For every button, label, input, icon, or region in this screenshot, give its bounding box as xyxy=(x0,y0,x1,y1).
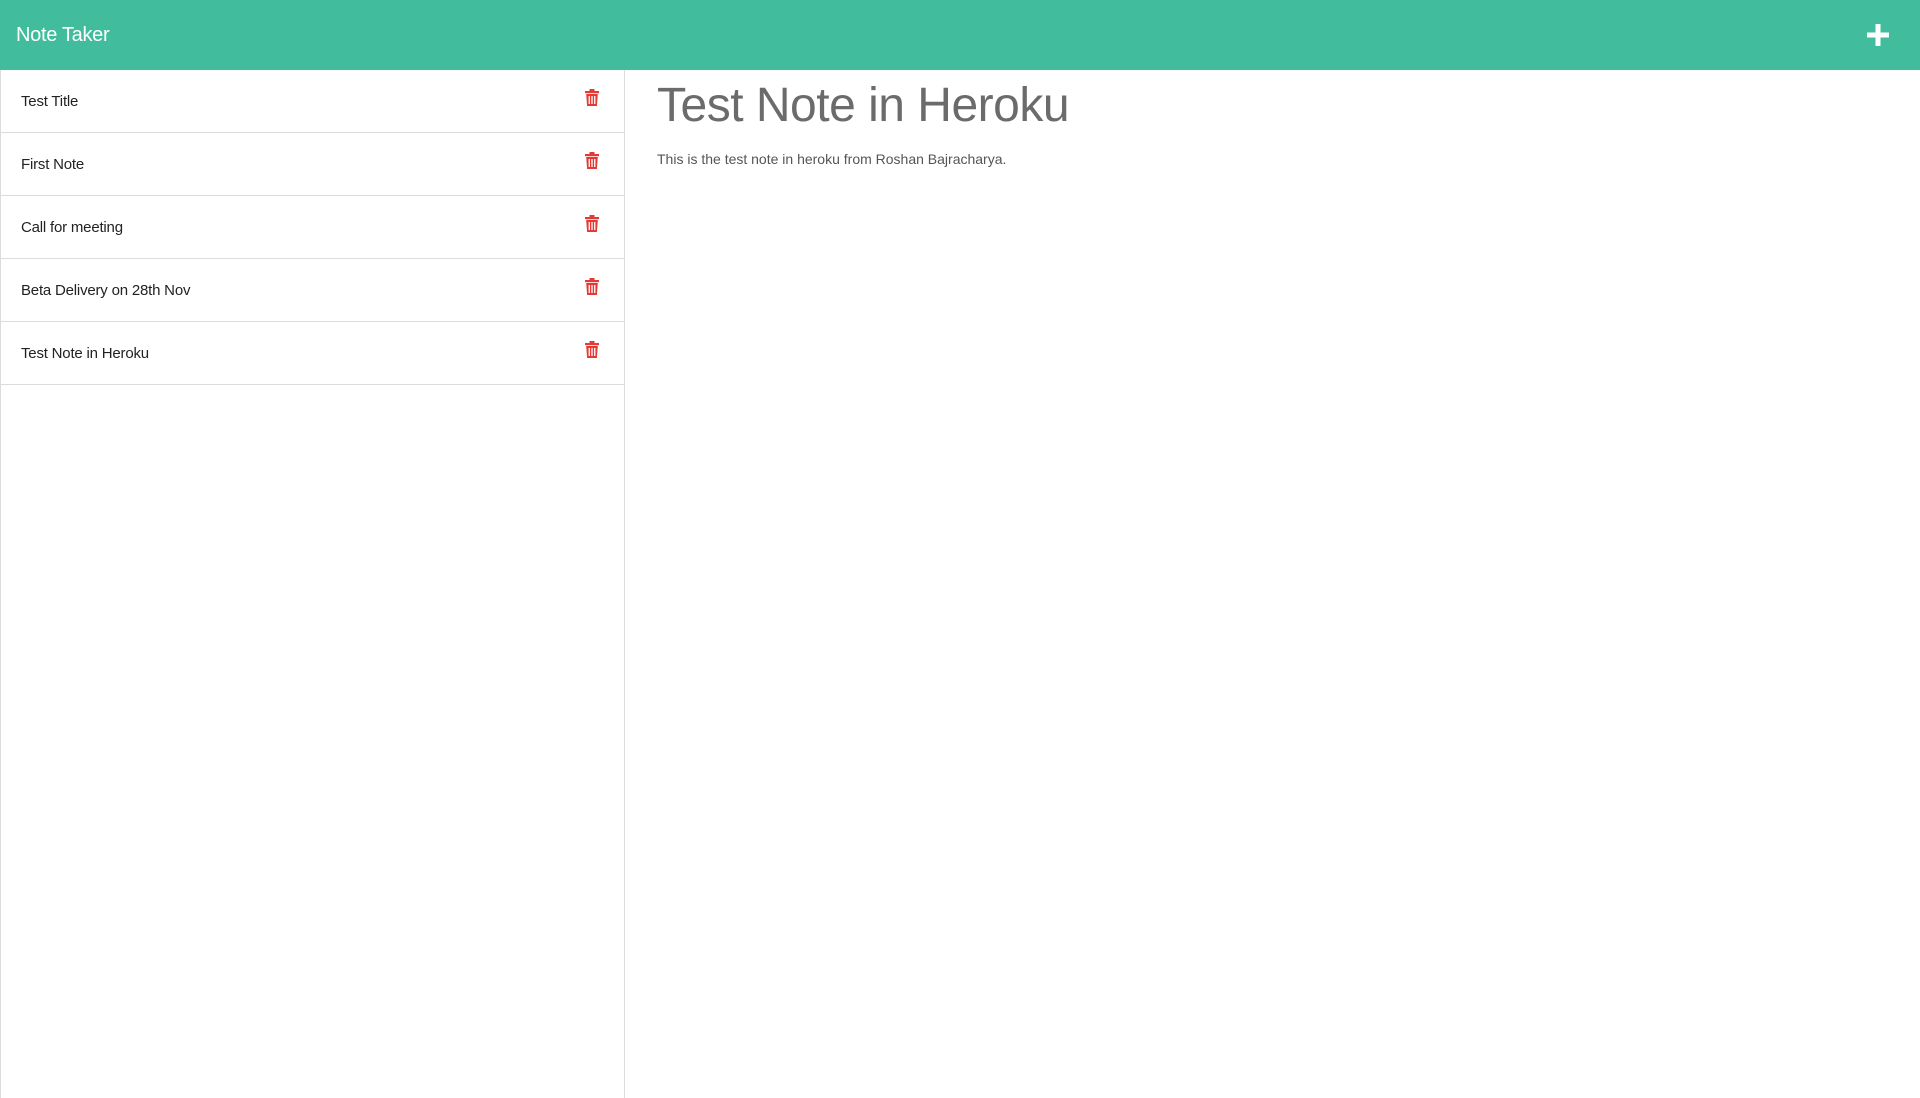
list-item[interactable]: Call for meeting xyxy=(1,196,624,259)
note-text-field[interactable]: This is the test note in heroku from Ros… xyxy=(657,151,1888,167)
trash-icon xyxy=(585,277,599,295)
list-item[interactable]: Test Note in Heroku xyxy=(1,322,624,385)
delete-note-button[interactable] xyxy=(580,85,604,109)
delete-note-button[interactable] xyxy=(580,337,604,361)
note-title: Test Title xyxy=(21,92,79,110)
trash-icon xyxy=(585,340,599,358)
delete-note-button[interactable] xyxy=(580,211,604,235)
note-title-field[interactable]: Test Note in Heroku xyxy=(657,78,1888,133)
note-title: First Note xyxy=(21,155,85,173)
note-list: Test Title First Note Call for meeting B… xyxy=(1,70,624,385)
note-title: Test Note in Heroku xyxy=(21,344,149,362)
delete-note-button[interactable] xyxy=(580,274,604,298)
notes-sidebar: Test Title First Note Call for meeting B… xyxy=(0,70,625,1098)
trash-icon xyxy=(585,214,599,232)
note-view: Test Note in Heroku This is the test not… xyxy=(625,70,1920,1098)
list-item[interactable]: Beta Delivery on 28th Nov xyxy=(1,259,624,322)
delete-note-button[interactable] xyxy=(580,148,604,172)
list-item[interactable]: First Note xyxy=(1,133,624,196)
list-item[interactable]: Test Title xyxy=(1,70,624,133)
new-note-button[interactable] xyxy=(1858,15,1898,55)
note-title: Call for meeting xyxy=(21,218,123,236)
app-title[interactable]: Note Taker xyxy=(16,24,110,47)
trash-icon xyxy=(585,151,599,169)
plus-icon xyxy=(1867,24,1889,46)
note-title: Beta Delivery on 28th Nov xyxy=(21,281,191,299)
top-navbar: Note Taker xyxy=(0,0,1920,70)
trash-icon xyxy=(585,88,599,106)
